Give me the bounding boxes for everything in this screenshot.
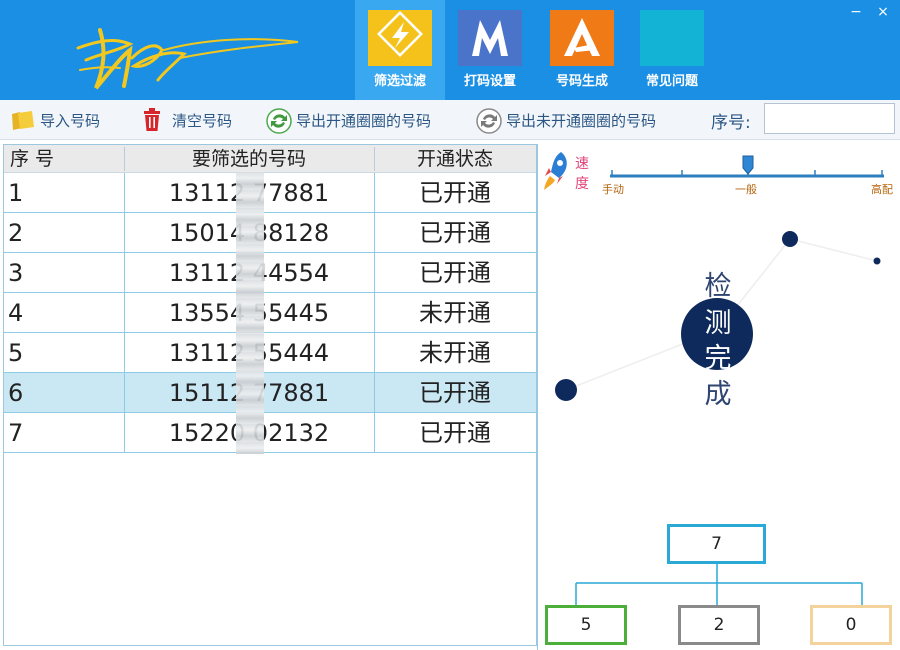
nav-tab-label: 常见问题 (645, 74, 698, 89)
column-header-seq: 序 号 (10, 148, 55, 170)
folder-icon (10, 108, 34, 132)
cell-status: 未开通 (419, 299, 491, 327)
column-header-number: 要筛选的号码 (191, 148, 306, 170)
table-row[interactable]: 5 13112 55444 未开通 (4, 333, 536, 373)
cell-status: 已开通 (419, 219, 491, 247)
column-gridline (124, 173, 125, 453)
clear-numbers-button[interactable]: 清空号码 (142, 100, 232, 140)
m-logo-icon (458, 10, 522, 66)
speed-tick-label: 一般 (735, 183, 757, 196)
table-row[interactable]: 4 13554 55445 未开通 (4, 293, 536, 333)
clear-numbers-label: 清空号码 (172, 111, 233, 130)
speed-slider-thumb[interactable] (742, 155, 754, 175)
speed-tick-label: 高配 (871, 183, 893, 196)
export-opened-button[interactable]: 导出开通圈圈的号码 (266, 100, 431, 140)
header: 筛选过滤 打码设置 号码生成 常见问题 − × (0, 0, 900, 100)
rocket-icon (544, 152, 567, 190)
speed-tick-label: 手动 (602, 183, 624, 196)
cell-status: 未开通 (419, 339, 491, 367)
redaction-mask (236, 172, 264, 454)
table-row[interactable]: 2 15014 88128 已开通 (4, 213, 536, 253)
export-opened-label: 导出开通圈圈的号码 (296, 111, 432, 130)
nav-tab-label: 筛选过滤 (373, 74, 426, 89)
export-unopened-label: 导出未开通圈圈的号码 (506, 111, 657, 130)
table-row[interactable]: 1 13112 77881 已开通 (4, 173, 536, 213)
nav-tab-number-generate[interactable]: 号码生成 (537, 0, 627, 100)
right-panel: 速 度 手动 一般 高配 检 测 完 成 7 5 2 0 (537, 144, 900, 650)
network-node (782, 231, 798, 247)
nav-tab-label: 号码生成 (555, 74, 608, 89)
close-button[interactable]: × (872, 2, 894, 22)
nav-tab-label: 打码设置 (463, 74, 516, 89)
import-numbers-button[interactable]: 导入号码 (10, 100, 100, 140)
speed-slider[interactable] (608, 152, 888, 184)
refresh-gray-icon (476, 108, 502, 134)
other-count-box: 0 (810, 605, 892, 645)
total-count-box: 7 (667, 524, 766, 564)
unopened-count-box: 2 (678, 605, 760, 645)
a-logo-icon (550, 10, 614, 66)
opened-count-box: 5 (545, 605, 627, 645)
cell-status: 已开通 (419, 419, 491, 447)
cell-seq: 2 (8, 219, 24, 247)
table-row-selected[interactable]: 6 15112 77881 已开通 (4, 373, 536, 413)
status-char: 成 (704, 379, 732, 410)
status-char: 检 (704, 271, 732, 302)
cell-status: 已开通 (419, 379, 491, 407)
cell-status: 已开通 (419, 259, 491, 287)
speed-label-char: 度 (575, 176, 589, 192)
status-char: 测 (704, 308, 732, 339)
minimize-button[interactable]: − (845, 2, 867, 22)
sequence-input[interactable] (764, 103, 895, 134)
table-header: 序 号 要筛选的号码 开通状态 (4, 145, 536, 173)
blank-tile-icon (640, 10, 704, 66)
cell-seq: 4 (8, 299, 24, 327)
column-gridline (374, 173, 375, 453)
cell-status: 已开通 (419, 179, 491, 207)
sequence-label: 序号: (711, 113, 751, 133)
speed-label: 速 度 (575, 154, 591, 194)
count-tree-lines (575, 563, 863, 605)
table-row[interactable]: 7 15220 02132 已开通 (4, 413, 536, 453)
cell-seq: 3 (8, 259, 24, 287)
speed-label-char: 速 (575, 156, 589, 172)
trash-icon (142, 108, 166, 132)
column-header-status: 开通状态 (416, 148, 493, 170)
nav-tab-faq[interactable]: 常见问题 (627, 0, 717, 100)
nav-tab-code-settings[interactable]: 打码设置 (445, 0, 535, 100)
network-node (555, 379, 577, 401)
status-char: 完 (704, 343, 732, 374)
cell-seq: 6 (8, 379, 24, 407)
nav-tab-filter[interactable]: 筛选过滤 (355, 0, 445, 100)
numbers-table: 序 号 要筛选的号码 开通状态 1 13112 77881 已开通 2 1501… (3, 144, 537, 646)
cell-seq: 7 (8, 419, 24, 447)
import-numbers-label: 导入号码 (40, 111, 101, 130)
signature-logo (76, 28, 299, 90)
cell-seq: 1 (8, 179, 24, 207)
refresh-green-icon (266, 108, 292, 134)
export-unopened-button[interactable]: 导出未开通圈圈的号码 (476, 100, 656, 140)
network-node (873, 257, 881, 265)
table-row[interactable]: 3 13112 44554 已开通 (4, 253, 536, 293)
lightning-icon (368, 10, 432, 66)
cell-seq: 5 (8, 339, 24, 367)
